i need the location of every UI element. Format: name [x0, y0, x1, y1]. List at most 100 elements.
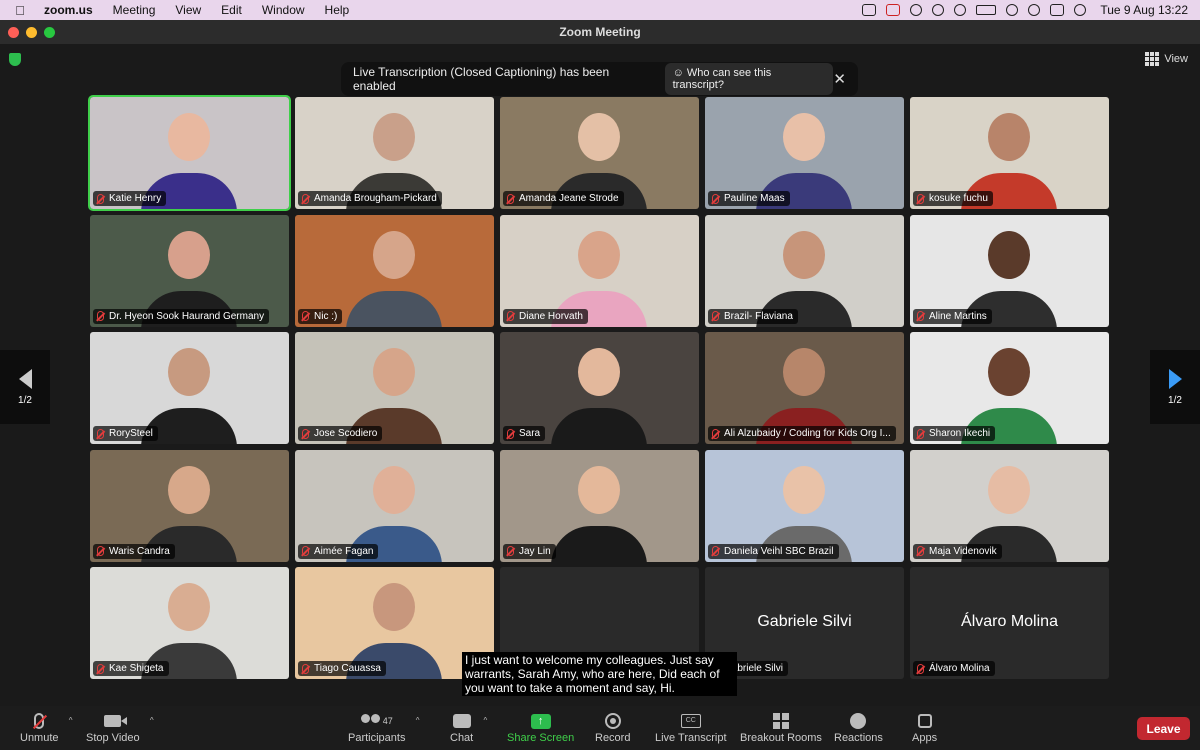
reactions-button[interactable]: Reactions [834, 710, 883, 744]
participants-caret-icon[interactable]: ^ [416, 716, 420, 725]
participant-tile[interactable]: Amanda Brougham-Pickard [295, 97, 494, 209]
muted-mic-icon [507, 546, 514, 556]
participant-face [373, 583, 415, 631]
who-can-see-transcript-button[interactable]: ☺ Who can see this transcript? [664, 63, 834, 95]
muted-mic-icon [917, 311, 924, 321]
participants-count: 47 [382, 716, 393, 726]
participants-button[interactable]: 47 Participants ^ [348, 710, 419, 744]
participant-tile[interactable]: Brazil- Flaviana [705, 214, 904, 327]
participant-tile[interactable]: kosuke fuchu [910, 97, 1109, 209]
menu-help[interactable]: Help [315, 3, 360, 17]
chat-button[interactable]: Chat ^ [450, 710, 487, 744]
participant-tile[interactable]: Aimée Fagan [295, 449, 494, 562]
participant-tile[interactable]: Ali Alzubaidy / Coding for Kids Org I... [705, 332, 904, 444]
menu-app-name[interactable]: zoom.us [40, 3, 103, 17]
view-button[interactable]: View [1145, 52, 1188, 66]
apple-icon[interactable]:  [0, 3, 40, 18]
info-icon[interactable] [932, 4, 945, 16]
participant-tile[interactable]: Jose Scodiero [295, 332, 494, 444]
participant-tile[interactable]: Daniela Veihl SBC Brazil [705, 449, 904, 562]
participant-tile[interactable]: Álvaro Molina Álvaro Molina [910, 567, 1109, 679]
menu-edit[interactable]: Edit [211, 3, 252, 17]
participant-name-label: Nic :) [298, 308, 343, 324]
participant-tile[interactable]: Waris Candra [90, 449, 289, 562]
chat-caret-icon[interactable]: ^ [483, 716, 487, 725]
gallery-grid-icon [1145, 52, 1160, 66]
menu-window[interactable]: Window [252, 3, 315, 17]
camera-status-icon[interactable] [862, 4, 877, 16]
menubar-clock[interactable]: Tue 9 Aug 13:22 [1100, 3, 1188, 17]
audio-options-caret-icon[interactable]: ^ [69, 716, 73, 725]
participant-name: Aimée Fagan [314, 545, 374, 557]
participant-tile[interactable]: Dr. Hyeon Sook Haurand Germany [90, 214, 289, 327]
close-window-button[interactable] [8, 27, 19, 38]
spotlight-search-icon[interactable] [1028, 4, 1041, 16]
creative-cloud-icon[interactable] [910, 4, 923, 16]
participant-name: Brazil- Flaviana [724, 310, 793, 322]
smiley-icon [850, 713, 867, 729]
muted-mic-icon [302, 663, 309, 674]
participant-face [783, 465, 825, 514]
participant-tile[interactable]: Sara [500, 332, 699, 444]
breakout-rooms-label: Breakout Rooms [740, 732, 822, 744]
participant-name: Tiago Cauassa [314, 663, 381, 674]
participant-tile[interactable]: Nic :) [295, 214, 494, 327]
siri-icon[interactable] [1074, 4, 1087, 16]
participant-name-label: Tiago Cauassa [298, 661, 386, 676]
view-label: View [1164, 53, 1188, 65]
participant-name-label: Jose Scodiero [298, 426, 383, 441]
record-button[interactable]: Record [595, 710, 630, 744]
video-options-caret-icon[interactable]: ^ [150, 716, 154, 725]
participant-tile[interactable]: Jay Lin [500, 449, 699, 562]
participant-tile[interactable]: Pauline Maas [705, 97, 904, 209]
transcription-banner: Live Transcription (Closed Captioning) h… [341, 62, 858, 96]
chat-icon [452, 714, 471, 728]
participant-tile[interactable]: Maja Videnovik [910, 449, 1109, 562]
participant-tile[interactable]: Kae Shigeta [90, 567, 289, 679]
participant-tile[interactable]: Diane Horvath [500, 214, 699, 327]
next-page-button[interactable]: 1/2 [1150, 350, 1200, 424]
battery-icon[interactable] [976, 5, 997, 15]
live-transcript-button[interactable]: CC Live Transcript [655, 710, 727, 744]
live-transcript-label: Live Transcript [655, 732, 727, 744]
stop-video-button[interactable]: Stop Video ^ [86, 710, 154, 744]
maximize-window-button[interactable] [44, 27, 55, 38]
arrow-left-icon [18, 368, 32, 389]
muted-mic-icon [302, 428, 309, 439]
participant-name: RorySteel [109, 428, 153, 439]
participant-face [168, 113, 210, 161]
security-shield-icon[interactable] [9, 53, 21, 66]
participant-name: Ali Alzubaidy / Coding for Kids Org I... [724, 428, 891, 439]
control-center-icon[interactable] [1050, 4, 1065, 16]
apps-button[interactable]: Apps [912, 710, 937, 744]
participant-tile[interactable]: Sharon Ikechi [910, 332, 1109, 444]
participant-name-label: Sharon Ikechi [913, 426, 996, 441]
blocked-app-icon[interactable] [886, 4, 901, 16]
participant-face [783, 230, 825, 279]
muted-mic-icon [97, 663, 104, 674]
leave-button[interactable]: Leave [1137, 717, 1190, 740]
participant-face [373, 348, 415, 396]
participant-face [988, 465, 1030, 514]
participant-name-label: Amanda Brougham-Pickard [298, 191, 442, 206]
menu-meeting[interactable]: Meeting [103, 3, 166, 17]
bluetooth-icon[interactable] [954, 4, 967, 16]
previous-page-button[interactable]: 1/2 [0, 350, 50, 424]
wifi-icon[interactable] [1006, 4, 1019, 16]
record-icon [604, 713, 621, 729]
participant-name: Maja Videnovik [929, 545, 997, 557]
banner-close-icon[interactable]: ✕ [833, 70, 846, 88]
participant-name: Amanda Brougham-Pickard [314, 193, 437, 204]
participant-tile[interactable]: Katie Henry [88, 95, 291, 211]
participant-tile[interactable]: Aline Martins [910, 214, 1109, 327]
participant-face [373, 465, 415, 514]
participant-display-name: Gabriele Silvi [757, 613, 852, 630]
participant-name-label: Pauline Maas [708, 191, 790, 206]
unmute-button[interactable]: Unmute ^ [20, 710, 73, 744]
participant-tile[interactable]: RorySteel [90, 332, 289, 444]
breakout-rooms-button[interactable]: Breakout Rooms [740, 710, 822, 744]
menu-view[interactable]: View [165, 3, 211, 17]
participant-tile[interactable]: Amanda Jeane Strode [500, 97, 699, 209]
share-screen-button[interactable]: ↑ Share Screen [507, 710, 574, 744]
minimize-window-button[interactable] [26, 27, 37, 38]
